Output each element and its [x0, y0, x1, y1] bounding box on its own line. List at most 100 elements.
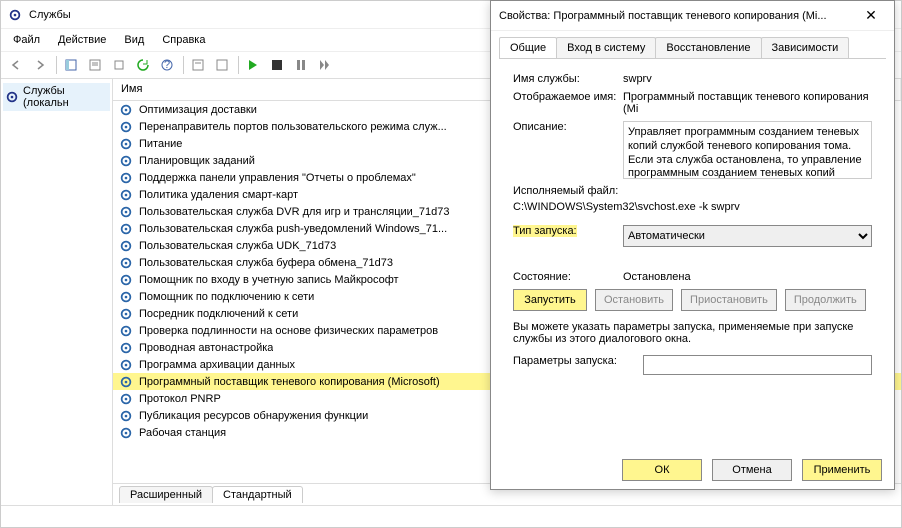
- service-icon: [119, 375, 133, 389]
- service-icon: [119, 307, 133, 321]
- apply-button[interactable]: Применить: [802, 459, 882, 481]
- resume-button: Продолжить: [785, 289, 866, 311]
- service-name-cell: Перенаправитель портов пользовательского…: [139, 121, 447, 133]
- service-name-cell: Пользовательская служба DVR для игр и тр…: [139, 206, 450, 218]
- svg-text:?: ?: [164, 59, 170, 71]
- service-name-cell: Помощник по подключению к сети: [139, 291, 314, 303]
- service-name-cell: Планировщик заданий: [139, 155, 255, 167]
- service-name-cell: Оптимизация доставки: [139, 104, 257, 116]
- tree-node-label: Службы (локальн: [23, 85, 108, 109]
- startup-type-select[interactable]: Автоматически: [623, 225, 872, 247]
- label-startup-type: Тип запуска:: [513, 225, 577, 237]
- restart-icon[interactable]: [314, 54, 336, 76]
- tree-node-services[interactable]: Службы (локальн: [3, 83, 110, 111]
- menu-help[interactable]: Справка: [154, 32, 213, 48]
- tree-pane: Службы (локальн: [1, 79, 113, 505]
- details-icon[interactable]: [187, 54, 209, 76]
- properties-icon[interactable]: [84, 54, 106, 76]
- service-name-cell: Программный поставщик теневого копирован…: [139, 376, 440, 388]
- service-name-cell: Поддержка панели управления "Отчеты о пр…: [139, 172, 416, 184]
- service-name-cell: Протокол PNRP: [139, 393, 221, 405]
- value-description[interactable]: Управляет программным созданием теневых …: [623, 121, 872, 179]
- close-icon[interactable]: ✕: [856, 4, 886, 28]
- value-service-name: swprv: [623, 73, 872, 85]
- service-name-cell: Посредник подключений к сети: [139, 308, 298, 320]
- label-start-params: Параметры запуска:: [513, 355, 643, 375]
- service-icon: [119, 205, 133, 219]
- service-name-cell: Программа архивации данных: [139, 359, 295, 371]
- label-state: Состояние:: [513, 271, 623, 283]
- export-icon[interactable]: [108, 54, 130, 76]
- tab-general[interactable]: Общие: [499, 37, 557, 58]
- service-icon: [119, 324, 133, 338]
- service-name-cell: Питание: [139, 138, 182, 150]
- service-name-cell: Политика удаления смарт-карт: [139, 189, 298, 201]
- menu-view[interactable]: Вид: [116, 32, 152, 48]
- label-executable: Исполняемый файл:: [513, 185, 872, 197]
- value-state: Остановлена: [623, 271, 872, 283]
- menu-file[interactable]: Файл: [5, 32, 48, 48]
- service-icon: [119, 358, 133, 372]
- refresh-icon[interactable]: [132, 54, 154, 76]
- forward-icon[interactable]: [29, 54, 51, 76]
- dialog-titlebar: Свойства: Программный поставщик теневого…: [491, 1, 894, 31]
- stop-icon[interactable]: [266, 54, 288, 76]
- tab-dependencies[interactable]: Зависимости: [761, 37, 850, 58]
- dialog-title: Свойства: Программный поставщик теневого…: [499, 10, 827, 22]
- service-icon: [119, 222, 133, 236]
- service-icon: [119, 273, 133, 287]
- window-title: Службы: [29, 9, 71, 21]
- service-icon: [119, 341, 133, 355]
- service-name-cell: Публикация ресурсов обнаружения функции: [139, 410, 368, 422]
- ok-button[interactable]: ОК: [622, 459, 702, 481]
- pause-icon[interactable]: [290, 54, 312, 76]
- dialog-body: Имя службы: swprv Отображаемое имя: Прог…: [499, 58, 886, 464]
- services-node-icon: [5, 90, 19, 104]
- back-icon[interactable]: [5, 54, 27, 76]
- cancel-button[interactable]: Отмена: [712, 459, 792, 481]
- service-icon: [119, 290, 133, 304]
- label-display-name: Отображаемое имя:: [513, 91, 623, 115]
- start-params-hint: Вы можете указать параметры запуска, при…: [513, 321, 872, 345]
- tab-standard[interactable]: Стандартный: [212, 486, 303, 503]
- label-description: Описание:: [513, 121, 623, 179]
- pause-button: Приостановить: [681, 289, 777, 311]
- service-name-cell: Рабочая станция: [139, 427, 226, 439]
- show-hide-icon[interactable]: [60, 54, 82, 76]
- service-icon: [119, 171, 133, 185]
- menu-action[interactable]: Действие: [50, 32, 114, 48]
- service-icon: [119, 409, 133, 423]
- dialog-footer: ОК Отмена Применить: [622, 459, 882, 481]
- service-name-cell: Проводная автонастройка: [139, 342, 273, 354]
- start-button[interactable]: Запустить: [513, 289, 587, 311]
- stop-button: Остановить: [595, 289, 673, 311]
- service-icon: [119, 188, 133, 202]
- statusbar: [1, 505, 901, 525]
- tab-recovery[interactable]: Восстановление: [655, 37, 761, 58]
- tab-logon[interactable]: Вход в систему: [556, 37, 656, 58]
- label-service-name: Имя службы:: [513, 73, 623, 85]
- help-icon[interactable]: ?: [156, 54, 178, 76]
- value-executable: C:\WINDOWS\System32\svchost.exe -k swprv: [513, 201, 872, 213]
- properties-dialog: Свойства: Программный поставщик теневого…: [490, 0, 895, 490]
- service-icon: [119, 239, 133, 253]
- service-name-cell: Пользовательская служба push-уведомлений…: [139, 223, 447, 235]
- service-name-cell: Пользовательская служба буфера обмена_71…: [139, 257, 393, 269]
- service-icon: [119, 137, 133, 151]
- value-display-name: Программный поставщик теневого копирован…: [623, 91, 872, 115]
- service-icon: [119, 120, 133, 134]
- start-params-input[interactable]: [643, 355, 872, 375]
- service-icon: [119, 426, 133, 440]
- service-name-cell: Пользовательская служба UDK_71d73: [139, 240, 336, 252]
- service-name-cell: Помощник по входу в учетную запись Майкр…: [139, 274, 399, 286]
- service-name-cell: Проверка подлинности на основе физически…: [139, 325, 438, 337]
- service-icon: [119, 256, 133, 270]
- tab-extended[interactable]: Расширенный: [119, 486, 213, 503]
- service-icon: [119, 103, 133, 117]
- service-icon: [119, 392, 133, 406]
- start-icon[interactable]: [242, 54, 264, 76]
- list-icon[interactable]: [211, 54, 233, 76]
- services-icon: [7, 7, 23, 23]
- dialog-tabs: Общие Вход в систему Восстановление Зави…: [491, 31, 894, 58]
- service-icon: [119, 154, 133, 168]
